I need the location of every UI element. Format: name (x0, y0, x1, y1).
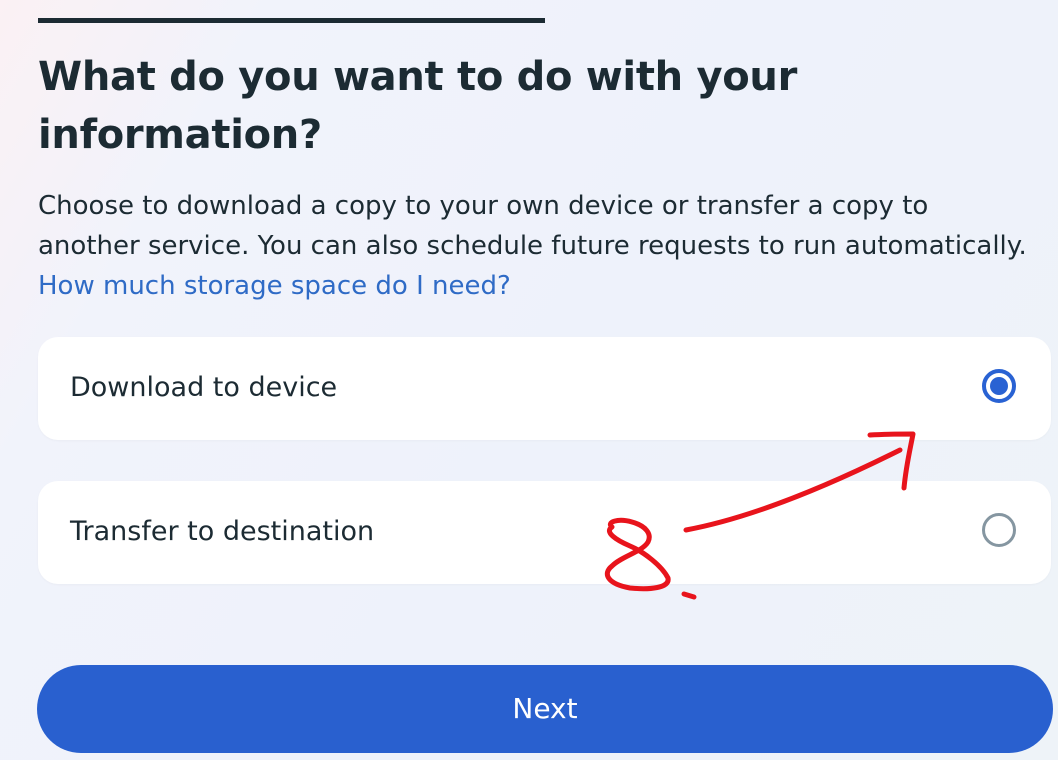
radio-unselected-icon[interactable] (982, 513, 1016, 547)
page-description: Choose to download a copy to your own de… (38, 186, 1038, 306)
option-label: Transfer to destination (70, 516, 375, 547)
progress-indicator (38, 18, 545, 23)
description-text: Choose to download a copy to your own de… (38, 191, 1027, 261)
storage-help-link[interactable]: How much storage space do I need? (38, 271, 511, 301)
page-title: What do you want to do with your informa… (38, 54, 798, 158)
next-button[interactable]: Next (37, 665, 1053, 753)
handwritten-dot (681, 591, 697, 600)
handwritten-arrow-head (867, 431, 916, 491)
radio-selected-icon[interactable] (982, 369, 1016, 403)
option-transfer-to-destination[interactable]: Transfer to destination (38, 481, 1051, 584)
option-download-to-device[interactable]: Download to device (38, 337, 1051, 440)
option-label: Download to device (70, 372, 338, 403)
radio-dot (990, 377, 1008, 395)
